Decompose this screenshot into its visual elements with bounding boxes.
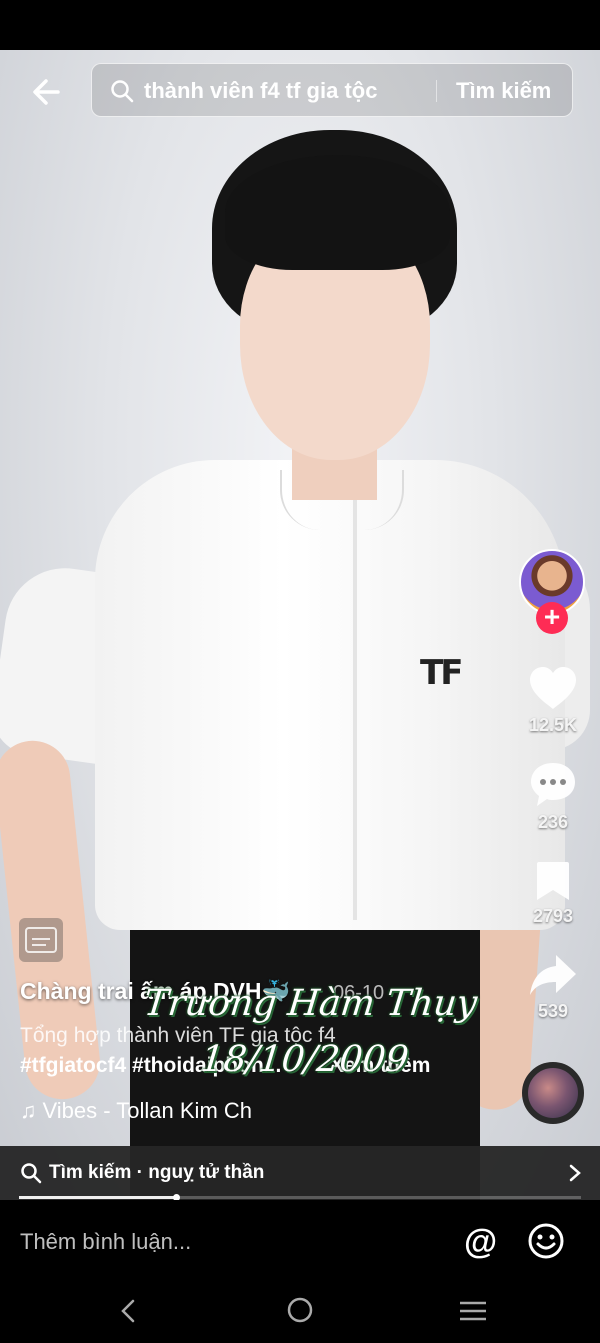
music-track[interactable]: ♫ Vibes - Tollan Kim Ch	[20, 1098, 252, 1124]
share-arrow-icon	[530, 955, 576, 995]
search-field[interactable]: thành viên f4 tf gia tộc Tìm kiếm	[91, 63, 573, 117]
overlay-name: Trương Hàm Thụy	[141, 983, 480, 1024]
person-fringe	[225, 155, 450, 270]
shirt-logo: TF	[420, 653, 463, 693]
like-button[interactable]: 12.5K	[520, 665, 586, 736]
comment-button[interactable]: 236	[520, 760, 586, 833]
search-icon	[111, 80, 134, 103]
nav-back-icon[interactable]	[117, 1298, 139, 1324]
related-search-text: Tìm kiếm · nguỵ tử thần	[49, 1162, 265, 1183]
bookmark-icon	[537, 862, 569, 900]
video-progress[interactable]	[19, 1194, 581, 1201]
comment-bubble-icon	[531, 763, 575, 806]
overlay-date: 18/10/2009	[198, 1039, 411, 1080]
search-divider	[436, 80, 437, 102]
music-note-icon: ♫	[20, 1098, 37, 1123]
comment-input[interactable]: Thêm bình luận...	[20, 1229, 191, 1255]
follow-button[interactable]: +	[536, 602, 568, 634]
chevron-right-icon	[569, 1164, 581, 1182]
music-title: Vibes - Tollan Kim Ch	[42, 1098, 253, 1123]
share-count: 539	[537, 1001, 569, 1021]
heart-icon	[530, 667, 576, 709]
smiley-icon[interactable]	[527, 1222, 565, 1260]
search-icon	[21, 1163, 42, 1184]
video-progress-fill	[19, 1196, 177, 1199]
music-disc[interactable]	[522, 1062, 584, 1124]
save-button[interactable]: 2793	[520, 860, 586, 927]
like-count: 12.5K	[528, 715, 578, 735]
video-overlay-text: Trương Hàm Thụy 18/10/2009	[129, 976, 486, 1088]
captions-icon[interactable]	[19, 918, 63, 962]
search-query[interactable]: thành viên f4 tf gia tộc	[144, 78, 377, 104]
arrow-left-icon[interactable]	[28, 72, 68, 112]
save-count: 2793	[532, 906, 574, 926]
comment-count: 236	[537, 812, 569, 832]
related-search-bar[interactable]: Tìm kiếm · nguỵ tử thần	[0, 1146, 600, 1200]
nav-home-icon[interactable]	[286, 1296, 314, 1324]
person-shirt	[95, 460, 565, 930]
share-button[interactable]: 539	[520, 953, 586, 1022]
shirt-collar	[280, 470, 404, 530]
status-bar	[0, 0, 600, 50]
search-button[interactable]: Tìm kiếm	[456, 78, 551, 104]
at-icon[interactable]: @	[464, 1223, 497, 1262]
nav-recent-apps-icon[interactable]	[458, 1299, 488, 1323]
shirt-placket	[353, 490, 357, 920]
